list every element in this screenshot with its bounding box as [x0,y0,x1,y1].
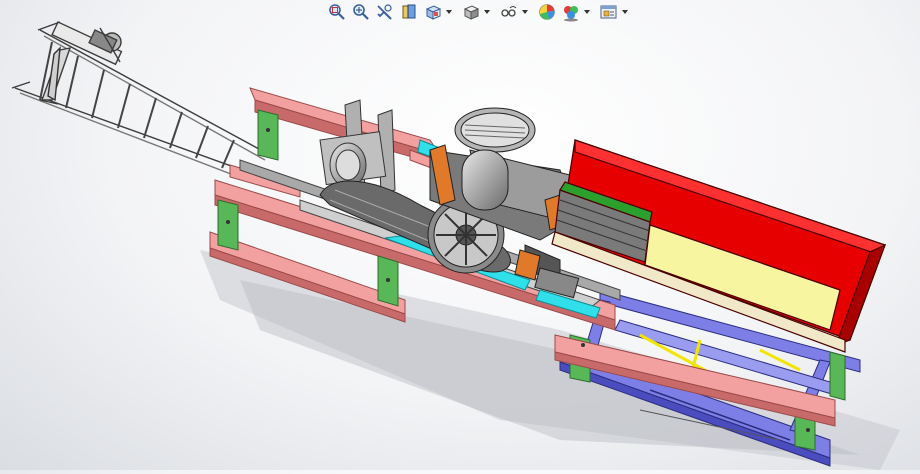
chevron-down-icon [584,10,590,14]
display-style-icon [463,5,480,20]
graphics-area[interactable] [0,0,920,470]
chevron-down-icon [622,10,628,14]
view-settings-icon [600,5,617,19]
zoom-to-fit-button[interactable] [326,2,348,22]
section-view-button[interactable] [398,2,420,22]
apply-scene-button[interactable] [560,2,582,22]
section-view-icon [402,4,416,19]
conveyor-frame[interactable] [11,21,271,187]
view-settings-button[interactable] [598,2,620,22]
edit-appearance-button[interactable] [536,2,558,22]
view-settings-dropdown[interactable] [622,2,628,22]
heads-up-view-toolbar [326,1,628,23]
display-style-button[interactable] [460,2,482,22]
chevron-down-icon [522,10,528,14]
hide-show-items-icon [501,6,517,17]
display-style-dropdown[interactable] [484,2,490,22]
view-orientation-dropdown[interactable] [446,2,452,22]
zoom-to-area-button[interactable] [350,2,372,22]
edit-appearance-icon [539,4,555,20]
previous-view-button[interactable] [374,2,396,22]
apply-scene-dropdown[interactable] [584,2,590,22]
view-orientation-icon [425,5,442,20]
apply-scene-icon [564,6,578,22]
chevron-down-icon [446,10,452,14]
zoom-to-fit-icon [329,4,345,20]
hide-show-items-dropdown[interactable] [522,2,528,22]
hide-show-items-button[interactable] [498,2,520,22]
zoom-to-area-icon [353,4,369,20]
view-orientation-button[interactable] [422,2,444,22]
previous-view-icon [377,4,392,20]
model-canvas [11,21,900,470]
chevron-down-icon [484,10,490,14]
